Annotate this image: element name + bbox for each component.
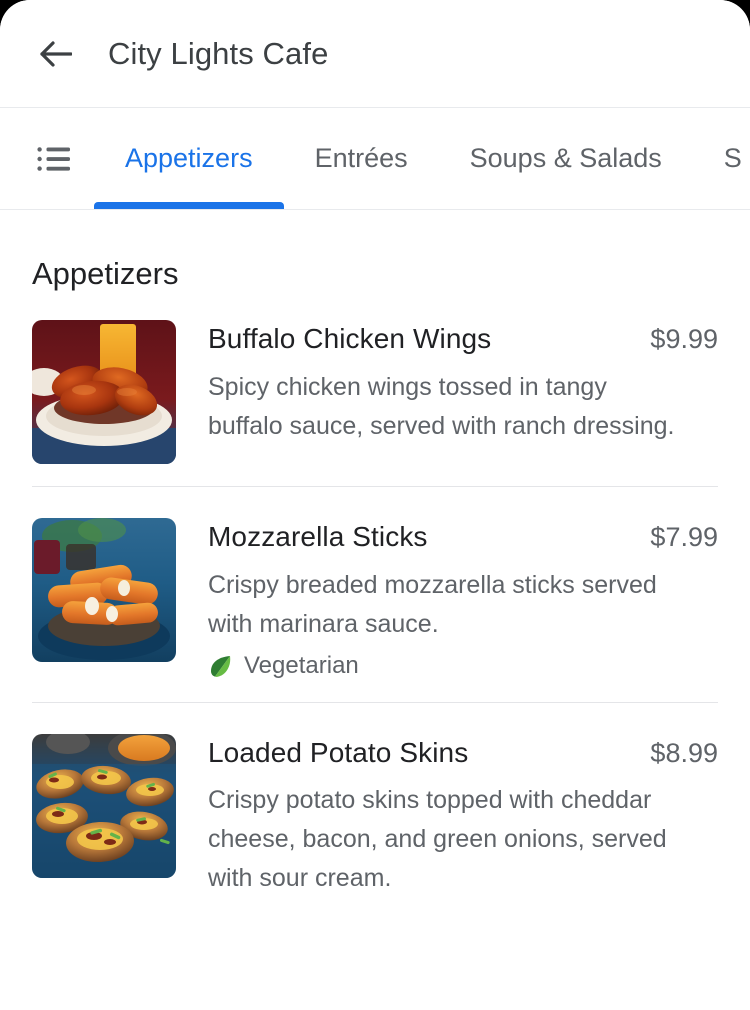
menu-item-name: Buffalo Chicken Wings (208, 323, 492, 354)
menu-item-description: Crispy potato skins topped with cheddar … (208, 786, 667, 893)
menu-item-price: $7.99 (650, 522, 718, 552)
menu-item-header: Mozzarella Sticks $7.99 (208, 520, 718, 554)
menu-item-row[interactable]: Buffalo Chicken Wings $9.99 Spicy chicke… (32, 289, 718, 487)
menu-item-details: Buffalo Chicken Wings $9.99 Spicy chicke… (208, 320, 718, 464)
menu-item-row[interactable]: Loaded Potato Skins $8.99 Crispy potato … (32, 703, 718, 921)
menu-item-list: Buffalo Chicken Wings $9.99 Spicy chicke… (0, 289, 750, 920)
menu-item-thumbnail (32, 518, 176, 662)
tab-entrees[interactable]: Entrées (284, 108, 439, 209)
app-bar: City Lights Cafe (0, 0, 750, 108)
menu-item-details: Mozzarella Sticks $7.99 Crispy breaded m… (208, 518, 718, 680)
menu-item-name: Loaded Potato Skins (208, 736, 469, 768)
arrow-back-icon (38, 39, 72, 69)
tab-soups-salads[interactable]: Soups & Salads (439, 108, 693, 209)
page-title: City Lights Cafe (108, 36, 329, 71)
app-window: City Lights Cafe Appetizers Entrées Soup… (0, 0, 750, 1010)
tab-strip: Appetizers Entrées Soups & Salads S (94, 108, 750, 209)
tab-label: Appetizers (125, 143, 253, 173)
tab-label: Entrées (314, 143, 408, 173)
category-tab-bar: Appetizers Entrées Soups & Salads S (0, 108, 750, 210)
menu-item-thumbnail (32, 733, 176, 878)
back-button[interactable] (32, 31, 78, 77)
section-heading: Appetizers (32, 256, 179, 291)
menu-item-details: Loaded Potato Skins $8.99 Crispy potato … (208, 734, 718, 899)
menu-item-header: Buffalo Chicken Wings $9.99 (208, 322, 718, 356)
menu-item-thumbnail (32, 320, 176, 464)
leaf-icon (208, 653, 234, 679)
tab-label: S (723, 143, 742, 173)
menu-item-badges: Vegetarian (208, 652, 718, 680)
menu-item-description: Spicy chicken wings tossed in tangy buff… (208, 372, 675, 440)
menu-item-description: Crispy breaded mozzarella sticks served … (208, 570, 657, 638)
menu-item-price: $8.99 (650, 737, 718, 768)
tab-appetizers[interactable]: Appetizers (94, 108, 284, 209)
tab-next-partial[interactable]: S (693, 108, 750, 209)
menu-item-price: $9.99 (650, 324, 718, 354)
menu-item-name: Mozzarella Sticks (208, 521, 428, 552)
badge-label: Vegetarian (244, 651, 359, 679)
list-bulleted-icon[interactable] (36, 141, 72, 177)
tab-label: Soups & Salads (469, 143, 662, 173)
status-badge: Vegetarian (208, 652, 359, 680)
menu-item-row[interactable]: Mozzarella Sticks $7.99 Crispy breaded m… (32, 487, 718, 703)
menu-item-header: Loaded Potato Skins $8.99 (208, 736, 718, 770)
